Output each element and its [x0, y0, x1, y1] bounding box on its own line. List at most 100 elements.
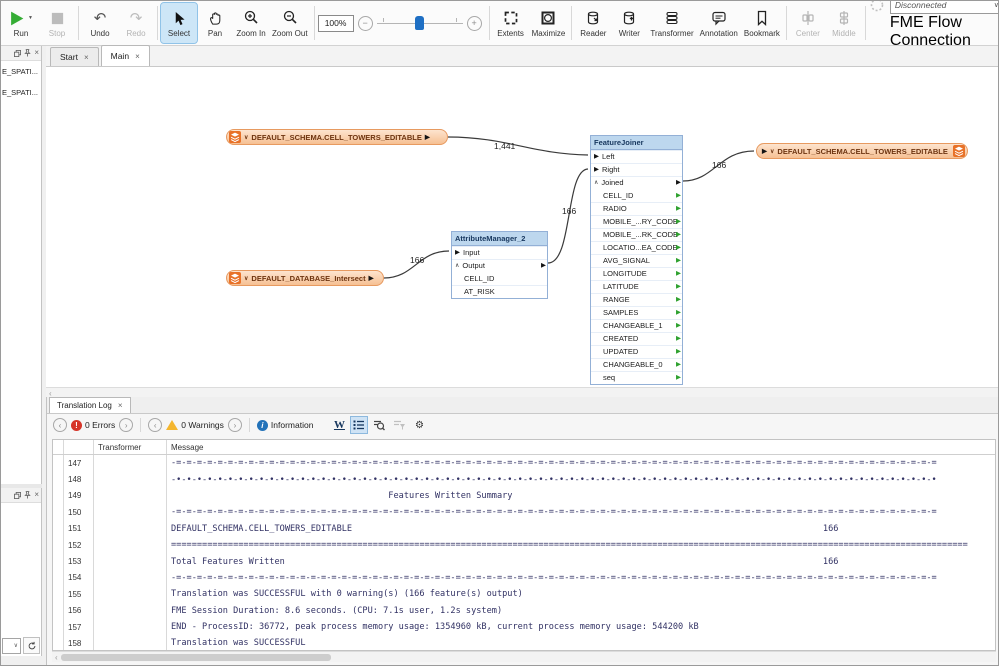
- add-transformer-button[interactable]: Transformer: [647, 3, 696, 43]
- output-port-icon[interactable]: ▶: [369, 274, 374, 282]
- attribute-row[interactable]: CHANGEABLE_1 ▶: [591, 319, 682, 332]
- input-port-row[interactable]: ▶ Left: [591, 150, 682, 163]
- add-reader-button[interactable]: Reader: [575, 3, 611, 43]
- maximize-button[interactable]: Maximize: [529, 3, 569, 43]
- scrollbar-thumb[interactable]: [61, 654, 331, 661]
- select-tool-button[interactable]: Select: [161, 3, 197, 43]
- input-port-icon[interactable]: ▶: [762, 147, 767, 155]
- output-port-icon[interactable]: ▶: [541, 260, 546, 272]
- zoom-in-button[interactable]: Zoom In: [233, 3, 269, 43]
- attribute-row[interactable]: LONGITUDE ▶: [591, 267, 682, 280]
- log-row[interactable]: 153 Total Features Written 166: [53, 553, 995, 569]
- add-writer-button[interactable]: Writer: [611, 3, 647, 43]
- attribute-port-icon[interactable]: ▶: [676, 203, 681, 215]
- input-port-icon[interactable]: ▶: [455, 247, 460, 259]
- writer-node-cell-towers[interactable]: ▶ ∨ DEFAULT_SCHEMA.CELL_TOWERS_EDITABLE: [756, 143, 968, 159]
- attribute-row[interactable]: AT_RISK: [452, 285, 547, 298]
- attribute-row[interactable]: MOBILE_...RK_CODE ▶: [591, 228, 682, 241]
- refresh-button[interactable]: [23, 637, 40, 654]
- attribute-port-icon[interactable]: ▶: [676, 359, 681, 371]
- attribute-port-icon[interactable]: ▶: [676, 190, 681, 202]
- reader-node-database-intersect[interactable]: ∨ DEFAULT_DATABASE_Intersect ▶: [226, 270, 384, 286]
- log-row[interactable]: 147 -=-=-=-=-=-=-=-=-=-=-=-=-=-=-=-=-=-=…: [53, 455, 995, 471]
- add-annotation-button[interactable]: Annotation: [697, 3, 741, 43]
- pin-panel-icon[interactable]: [24, 491, 31, 499]
- prev-error-button[interactable]: ‹: [53, 418, 67, 432]
- attribute-port-icon[interactable]: ▶: [676, 294, 681, 306]
- input-port-row[interactable]: ▶ Input: [452, 246, 547, 259]
- collapse-caret-icon[interactable]: ∧: [455, 260, 459, 272]
- log-row[interactable]: 151 DEFAULT_SCHEMA.CELL_TOWERS_EDITABLE …: [53, 521, 995, 537]
- attribute-port-icon[interactable]: ▶: [676, 320, 681, 332]
- prev-warning-button[interactable]: ‹: [148, 418, 162, 432]
- log-view-button[interactable]: [351, 417, 367, 433]
- attribute-row[interactable]: LATITUDE ▶: [591, 280, 682, 293]
- attribute-row[interactable]: LOCATIO...EA_CODE ▶: [591, 241, 682, 254]
- log-table[interactable]: Transformer Message 147 -=-=-=-=-=-=-=-=…: [52, 439, 996, 651]
- attribute-row[interactable]: UPDATED ▶: [591, 345, 682, 358]
- float-panel-icon[interactable]: [14, 492, 21, 499]
- attribute-row[interactable]: RADIO ▶: [591, 202, 682, 215]
- input-port-icon[interactable]: ▶: [594, 164, 599, 176]
- log-hscrollbar[interactable]: ‹: [52, 651, 996, 662]
- zoom-out-button[interactable]: Zoom Out: [269, 3, 311, 43]
- panel-combo[interactable]: ∨: [2, 638, 21, 654]
- node-title[interactable]: AttributeManager_2: [452, 232, 547, 246]
- attribute-port-icon[interactable]: ▶: [676, 346, 681, 358]
- navigator-item[interactable]: E_SPATI...: [1, 82, 41, 103]
- add-bookmark-button[interactable]: Bookmark: [741, 3, 783, 43]
- navigator-item[interactable]: E_SPATI...: [1, 61, 41, 82]
- run-button[interactable]: ▼ Run: [3, 3, 39, 43]
- log-row[interactable]: 149 Features Written Summary: [53, 488, 995, 504]
- attribute-port-icon[interactable]: ▶: [676, 372, 681, 384]
- zoom-minus-button[interactable]: −: [358, 16, 373, 31]
- output-port-icon[interactable]: ▶: [425, 133, 430, 141]
- input-port-icon[interactable]: ▶: [594, 151, 599, 163]
- next-error-button[interactable]: ›: [119, 418, 133, 432]
- output-port-row[interactable]: ∧ Output ▶: [452, 259, 547, 272]
- extents-button[interactable]: Extents: [493, 3, 529, 43]
- attribute-port-icon[interactable]: ▶: [676, 216, 681, 228]
- log-row[interactable]: 150 -=-=-=-=-=-=-=-=-=-=-=-=-=-=-=-=-=-=…: [53, 504, 995, 520]
- reader-node-cell-towers[interactable]: ∨ DEFAULT_SCHEMA.CELL_TOWERS_EDITABLE ▶: [226, 129, 448, 145]
- scroll-left-arrow[interactable]: ‹: [52, 653, 61, 662]
- zoom-slider-handle[interactable]: [415, 16, 424, 30]
- collapse-caret-icon[interactable]: ∨: [770, 148, 774, 155]
- log-row[interactable]: 158 Translation was SUCCESSFUL: [53, 635, 995, 651]
- log-row[interactable]: 155 Translation was SUCCESSFUL with 0 wa…: [53, 586, 995, 602]
- tab-close-icon[interactable]: ×: [118, 401, 123, 410]
- tab-close-icon[interactable]: ×: [84, 53, 89, 62]
- message-column-header[interactable]: Message: [167, 440, 995, 454]
- attribute-port-icon[interactable]: ▶: [676, 229, 681, 241]
- attribute-row[interactable]: AVG_SIGNAL ▶: [591, 254, 682, 267]
- zoom-level-input[interactable]: 100%: [318, 15, 354, 32]
- attribute-port-icon[interactable]: ▶: [676, 333, 681, 345]
- attribute-port-icon[interactable]: ▶: [676, 242, 681, 254]
- pin-panel-icon[interactable]: [24, 49, 31, 57]
- close-panel-icon[interactable]: ×: [34, 491, 39, 499]
- tab-start[interactable]: Start ×: [50, 47, 99, 66]
- attribute-row[interactable]: CHANGEABLE_0 ▶: [591, 358, 682, 371]
- log-settings-button[interactable]: ⚙: [411, 417, 427, 433]
- pan-tool-button[interactable]: Pan: [197, 3, 233, 43]
- output-port-row[interactable]: ∧ Joined ▶: [591, 176, 682, 189]
- zoom-plus-button[interactable]: +: [467, 16, 482, 31]
- attribute-port-icon[interactable]: ▶: [676, 255, 681, 267]
- output-port-icon[interactable]: ▶: [676, 177, 681, 189]
- zoom-slider[interactable]: [377, 15, 463, 31]
- collapse-caret-icon[interactable]: ∨: [244, 134, 248, 141]
- attribute-row[interactable]: CELL_ID: [452, 272, 547, 285]
- attribute-port-icon[interactable]: ▶: [676, 268, 681, 280]
- log-row[interactable]: 156 FME Session Duration: 8.6 seconds. (…: [53, 603, 995, 619]
- word-wrap-button[interactable]: W: [331, 417, 347, 433]
- attribute-manager-node[interactable]: AttributeManager_2 ▶ Input ∧ Output ▶ CE…: [451, 231, 548, 299]
- information-badge[interactable]: i Information: [257, 420, 314, 431]
- transformer-column-header[interactable]: Transformer: [94, 440, 167, 454]
- collapse-caret-icon[interactable]: ∨: [244, 275, 248, 282]
- tab-translation-log[interactable]: Translation Log ×: [49, 397, 131, 413]
- input-port-row[interactable]: ▶ Right: [591, 163, 682, 176]
- tab-main[interactable]: Main ×: [101, 45, 150, 66]
- undo-button[interactable]: ↶ Undo: [82, 3, 118, 43]
- attribute-row[interactable]: MOBILE_...RY_CODE ▶: [591, 215, 682, 228]
- log-row[interactable]: 154 -=-=-=-=-=-=-=-=-=-=-=-=-=-=-=-=-=-=…: [53, 570, 995, 586]
